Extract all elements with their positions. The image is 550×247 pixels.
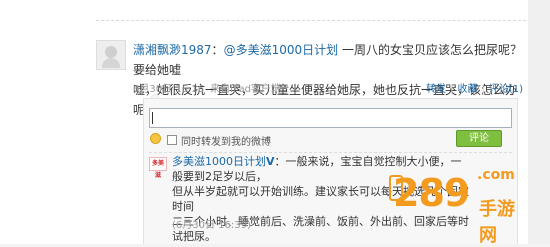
dumex-logo-icon[interactable]: 多美滋: [149, 157, 167, 179]
verified-badge-icon: V: [266, 155, 275, 168]
favorite-link[interactable]: 收藏: [457, 84, 477, 95]
post-username[interactable]: 潇湘飘渺1987: [133, 43, 212, 57]
post-colon: ：: [211, 43, 224, 57]
comment-box-arrow-fill: [151, 94, 159, 98]
post-actions: 转发 | 收藏 | 评论(1): [422, 80, 523, 95]
reply-time: (6月30日 16:39): [172, 220, 251, 231]
post-date[interactable]: 6月30日 16:16: [133, 84, 204, 95]
right-scroll-area: [528, 0, 550, 244]
post-mention[interactable]: @多美滋1000日计划: [224, 43, 339, 57]
text-caret: [152, 112, 153, 124]
site-watermark: 289 .com 手游网: [389, 165, 529, 246]
watermark-sub: 手游网: [479, 199, 515, 246]
feed-divider: [96, 20, 526, 21]
user-avatar[interactable]: [96, 40, 126, 70]
watermark-main: 289: [393, 171, 470, 215]
forward-checkbox-label: 同时转发到我的微博: [181, 137, 271, 148]
left-margin: [0, 0, 91, 244]
smiley-icon[interactable]: [150, 133, 161, 144]
reply-line4: 试把尿。: [172, 230, 216, 243]
post-source[interactable]: 来自iPad客户端: [210, 84, 281, 95]
comment-input[interactable]: [149, 108, 512, 128]
post-meta: 6月30日 16:16 来自iPad客户端 转发 | 收藏 | 评论(1): [133, 80, 523, 95]
forward-link[interactable]: 转发: [426, 84, 446, 95]
reply-username[interactable]: 多美滋1000日计划: [172, 155, 266, 168]
watermark-com: .com: [477, 167, 515, 183]
submit-comment-button[interactable]: 评论: [456, 130, 502, 147]
action-separator: |: [481, 84, 485, 95]
page: 潇湘飘渺1987：@多美滋1000日计划 一周八的女宝贝应该怎么把尿呢？要给她嘘…: [0, 0, 550, 246]
comment-link[interactable]: 评论(1): [489, 84, 523, 95]
action-separator: |: [450, 84, 454, 95]
forward-checkbox[interactable]: [167, 135, 177, 145]
reply-divider: [149, 152, 512, 153]
